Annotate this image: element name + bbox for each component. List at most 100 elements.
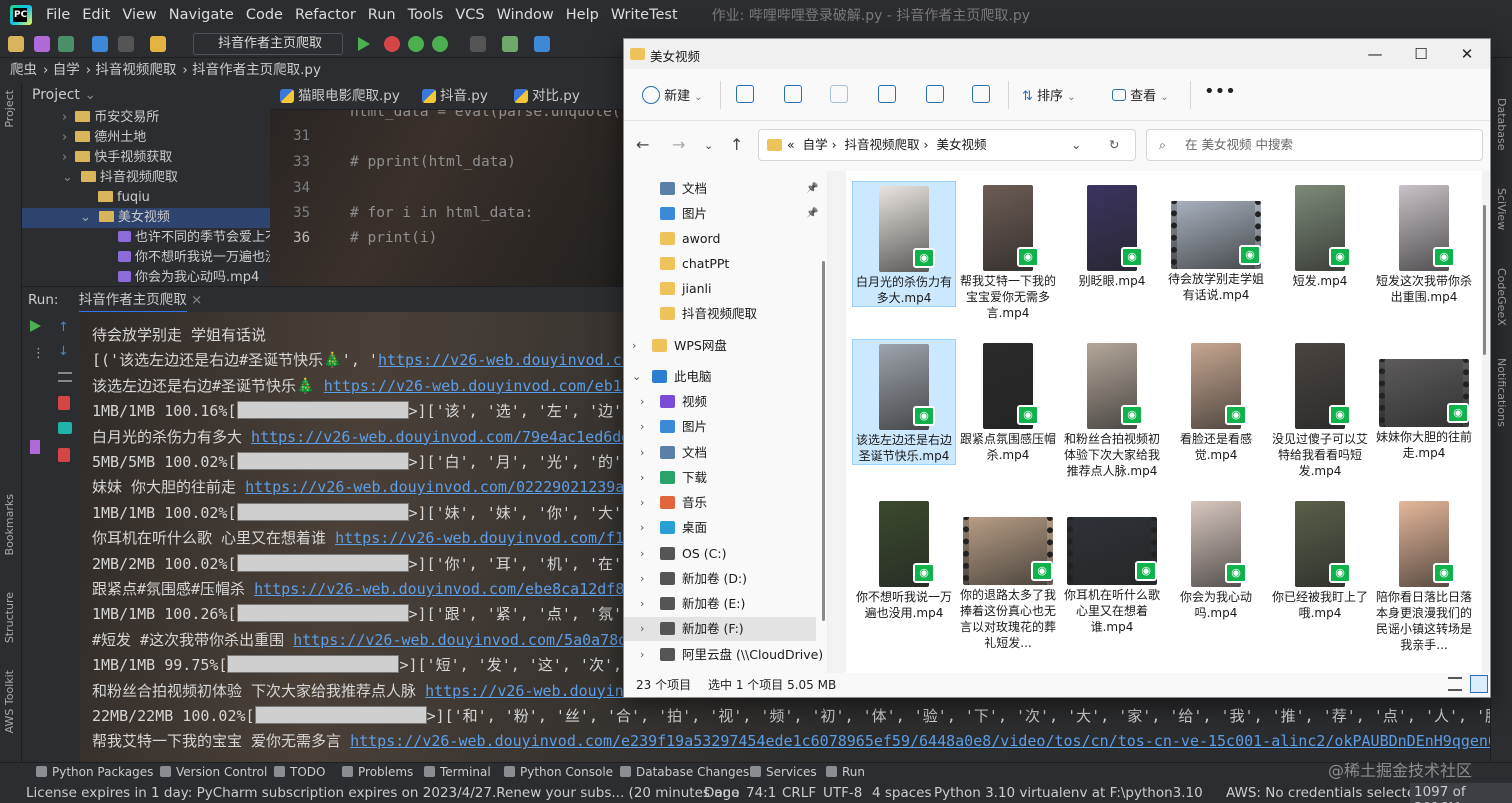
file-item[interactable]: ◉ 白月光的杀伤力有多大.mp4 xyxy=(852,181,956,307)
indent-setting[interactable]: 4 spaces xyxy=(872,785,932,801)
dropdown-icon[interactable]: ⌄ xyxy=(1071,130,1081,160)
expand-chevron-icon[interactable]: › xyxy=(640,567,644,591)
project-title[interactable]: Project xyxy=(32,87,80,103)
scrollbar[interactable] xyxy=(1481,175,1487,673)
pin-icon[interactable]: 📌 xyxy=(806,177,818,201)
license-message[interactable]: License expires in 1 day: PyCharm subscr… xyxy=(26,785,739,801)
details-view-icon[interactable] xyxy=(1448,677,1462,691)
crumb-root[interactable]: 爬虫 xyxy=(10,62,37,78)
file-item[interactable]: ◉ 陪你看日落比日落本身更浪漫我们的民谣小镇这转场是我亲手... xyxy=(1372,497,1476,653)
save-icon[interactable] xyxy=(34,36,50,52)
rename-icon[interactable] xyxy=(878,85,896,103)
nav-item[interactable]: › 下载 xyxy=(640,466,707,490)
console-link[interactable]: https://v26-web.douyinvod.com/e239f19a53… xyxy=(350,732,1512,750)
file-item[interactable]: ◉ 你已经被我盯上了哦.mp4 xyxy=(1268,497,1372,621)
menu-run[interactable]: Run xyxy=(362,7,402,23)
notifications-tool-label[interactable]: Notifications xyxy=(1495,358,1508,427)
tree-item[interactable]: 你会为我心动吗.mp4 xyxy=(118,268,259,286)
tree-item[interactable]: ⌄ 抖音视频爬取 xyxy=(62,168,178,188)
run-tab[interactable]: 抖音作者主页爬取 xyxy=(78,292,187,313)
user-icon[interactable] xyxy=(150,36,166,52)
expand-chevron-icon[interactable]: › xyxy=(640,617,644,641)
sort-button[interactable]: ⇅ 排序 ⌄ xyxy=(1022,85,1076,104)
crumb-self-study[interactable]: 自学 xyxy=(53,62,80,78)
rerun-icon[interactable] xyxy=(30,320,41,332)
file-item[interactable]: ◉ 看脸还是看感觉.mp4 xyxy=(1164,339,1268,463)
profile-icon[interactable] xyxy=(432,36,448,52)
tab-terminal[interactable]: Terminal xyxy=(424,765,491,779)
tree-item[interactable]: › 德州土地 xyxy=(62,128,146,148)
run-icon[interactable] xyxy=(358,37,370,51)
wrap-icon[interactable] xyxy=(58,372,72,382)
menu-tools[interactable]: Tools xyxy=(402,7,450,23)
tree-item[interactable]: 你不想听我说一万遍也没 xyxy=(118,248,270,268)
tree-item[interactable]: › 币安交易所 xyxy=(62,108,159,128)
copy-icon[interactable] xyxy=(784,85,802,103)
menu-edit[interactable]: Edit xyxy=(76,7,116,23)
nav-item[interactable]: ⌄ 此电脑 xyxy=(632,365,712,389)
run-config-select[interactable]: 抖音作者主页爬取 xyxy=(193,33,343,55)
file-encoding[interactable]: UTF-8 xyxy=(823,785,862,801)
file-item[interactable]: ◉ 别眨眼.mp4 xyxy=(1060,181,1164,289)
tree-item[interactable]: 也许不同的季节会爱上不 xyxy=(118,228,270,248)
expand-chevron-icon[interactable]: › xyxy=(640,592,644,616)
nav-item[interactable]: › 视频 xyxy=(640,390,707,414)
file-item[interactable]: ◉ 和粉丝合拍视频初体验下次大家给我推荐点人脉.mp4 xyxy=(1060,339,1164,479)
file-item[interactable]: ◉ 短发这次我带你杀出重围.mp4 xyxy=(1372,181,1476,305)
menu-vcs[interactable]: VCS xyxy=(449,7,490,23)
back-arrow-icon[interactable] xyxy=(92,36,108,52)
editor-tab[interactable]: 猫眼电影爬取.py xyxy=(276,82,400,110)
large-icons-view-icon[interactable] xyxy=(1470,675,1488,693)
expand-chevron-icon[interactable]: › xyxy=(632,334,636,358)
arrow-down-icon[interactable]: ↓ xyxy=(58,344,69,359)
tab-version-control[interactable]: Version Control xyxy=(160,765,267,779)
nav-item[interactable]: › OS (C:) xyxy=(640,542,726,566)
expand-chevron-icon[interactable]: › xyxy=(640,491,644,515)
caret-position[interactable]: 74:1 xyxy=(746,785,776,801)
tab-python-packages[interactable]: Python Packages xyxy=(36,765,153,779)
new-button[interactable]: 新建 ⌄ xyxy=(642,85,703,104)
tab-services[interactable]: Services xyxy=(750,765,817,779)
address-crumb[interactable]: 美女视频 xyxy=(936,137,986,152)
back-icon[interactable]: ← xyxy=(636,135,649,154)
console-link[interactable]: https://v26-web.douyinvod.com/ebe8ca12df… xyxy=(254,580,651,598)
console-link[interactable]: https://v26-web.douyinvod.com/0222902123… xyxy=(245,478,651,496)
console-link[interactable]: https://v26-web.douyinvod.com/79e4ac1ed6… xyxy=(251,428,648,446)
paste-icon[interactable] xyxy=(830,85,848,103)
view-button[interactable]: 查看 ⌄ xyxy=(1112,85,1169,104)
expand-chevron-icon[interactable]: › xyxy=(640,390,644,414)
tab-todo[interactable]: TODO xyxy=(274,765,325,779)
memory-indicator[interactable]: 1097 of 2016M xyxy=(1410,783,1512,803)
database-tool-label[interactable]: Database xyxy=(1495,98,1508,151)
tab-run[interactable]: Run xyxy=(826,765,865,779)
address-crumb[interactable]: 抖音视频爬取 xyxy=(845,137,920,152)
file-item[interactable]: ◉ 待会放学别走学姐有话说.mp4 xyxy=(1164,181,1268,303)
sciview-tool-label[interactable]: SciView xyxy=(1495,188,1508,230)
file-item[interactable]: ◉ 你耳机在听什么歌心里又在想着谁.mp4 xyxy=(1060,497,1164,635)
share-icon[interactable] xyxy=(926,85,944,103)
tree-item[interactable]: › 快手视频获取 xyxy=(62,148,172,168)
console-link[interactable]: https://v26-web.douyinvod.com/ xyxy=(378,351,649,369)
menu-writetest[interactable]: WriteTest xyxy=(605,7,684,23)
nav-item[interactable]: 图片 📌 xyxy=(656,202,818,226)
stop-icon[interactable] xyxy=(470,36,486,52)
crumb-file[interactable]: 抖音作者主页爬取.py xyxy=(192,62,321,78)
nav-item[interactable]: › 新加卷 (D:) xyxy=(640,567,747,591)
nav-item[interactable]: › WPS网盘 xyxy=(632,334,727,358)
recent-icon[interactable]: ⌄ xyxy=(704,139,713,152)
menu-file[interactable]: File xyxy=(40,7,76,23)
menu-navigate[interactable]: Navigate xyxy=(163,7,240,23)
expand-chevron-icon[interactable]: › xyxy=(640,516,644,540)
translate-icon[interactable] xyxy=(534,36,550,52)
maximize-button[interactable]: ☐ xyxy=(1398,39,1444,69)
nav-item[interactable]: 抖音视频爬取 xyxy=(656,302,757,326)
nav-item[interactable]: › 文档 xyxy=(640,441,707,465)
nav-item[interactable]: › 音乐 xyxy=(640,491,707,515)
nav-item[interactable]: › 图片 xyxy=(640,415,707,439)
address-crumb[interactable]: 自学 xyxy=(803,137,828,152)
aws-credentials[interactable]: AWS: No credentials selected xyxy=(1226,785,1424,801)
file-item[interactable]: ◉ 短发.mp4 xyxy=(1268,181,1372,289)
file-item[interactable]: ◉ 你的退路太多了我捧着这份真心也无言以对玫瑰花的葬礼短发... xyxy=(956,497,1060,651)
console-link[interactable]: https://v26-web.douyinvod.com/5a0a78d7d xyxy=(293,631,645,649)
up-icon[interactable]: ↑ xyxy=(730,135,743,154)
